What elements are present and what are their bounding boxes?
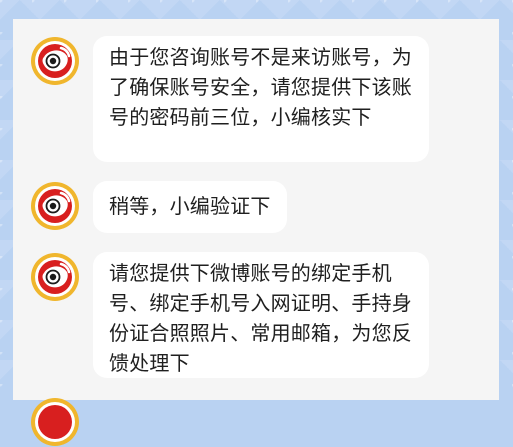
message-bubble: 稍等，小编验证下 bbox=[93, 181, 287, 233]
weibo-logo-icon bbox=[31, 182, 79, 230]
avatar[interactable] bbox=[30, 252, 80, 302]
chat-panel: 由于您咨询账号不是来访账号，为了确保账号安全，请您提供下该账号的密码前三位，小编… bbox=[13, 19, 499, 446]
avatar[interactable] bbox=[30, 36, 80, 86]
weibo-logo-icon bbox=[31, 253, 79, 301]
weibo-logo-icon bbox=[31, 37, 79, 85]
weibo-logo-icon bbox=[31, 398, 79, 446]
avatar[interactable] bbox=[30, 181, 80, 231]
message-bubble: 请您提供下微博账号的绑定手机号、绑定手机号入网证明、手持身份证合照照片、常用邮箱… bbox=[93, 252, 429, 378]
avatar[interactable] bbox=[30, 397, 80, 447]
message-bubble: 由于您咨询账号不是来访账号，为了确保账号安全，请您提供下该账号的密码前三位，小编… bbox=[93, 36, 429, 162]
